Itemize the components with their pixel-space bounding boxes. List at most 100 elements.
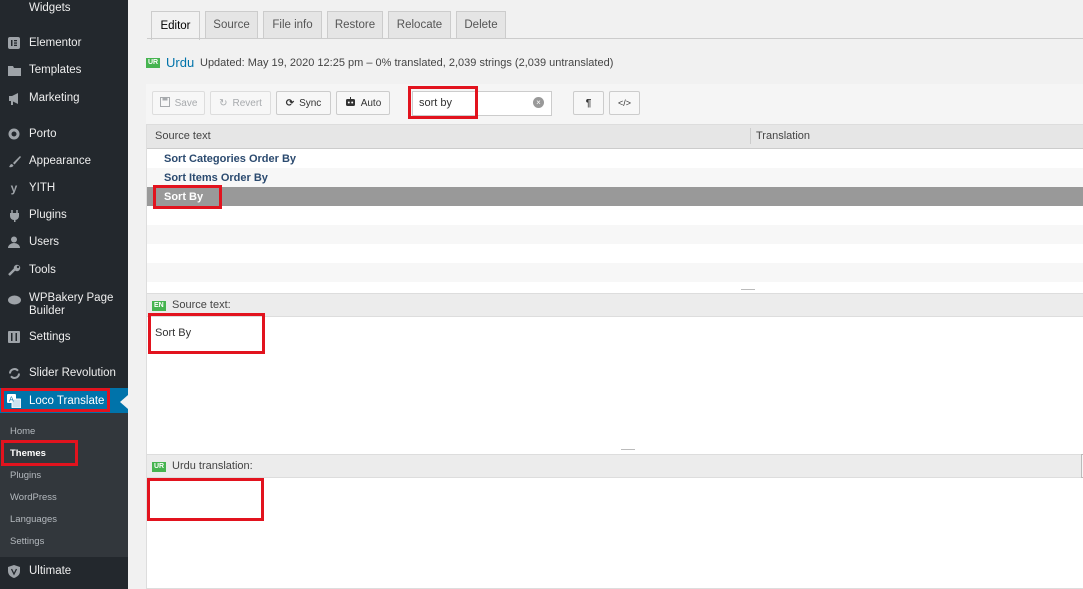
folder-icon bbox=[7, 63, 21, 77]
submenu-plugins[interactable]: Plugins bbox=[10, 470, 41, 481]
submenu-settings[interactable]: Settings bbox=[10, 536, 44, 547]
column-divider[interactable] bbox=[750, 128, 751, 144]
clear-search-icon[interactable]: × bbox=[533, 97, 544, 108]
table-row-empty bbox=[147, 263, 1083, 282]
menu-tools[interactable]: Tools bbox=[0, 257, 128, 283]
sync-label: Sync bbox=[299, 97, 322, 109]
menu-label: Appearance bbox=[29, 154, 92, 167]
table-row-empty bbox=[147, 225, 1083, 244]
language-title[interactable]: Urdu bbox=[166, 55, 194, 70]
submenu-languages[interactable]: Languages bbox=[10, 514, 57, 525]
menu-users[interactable]: Users bbox=[0, 229, 128, 255]
language-badge: UR bbox=[146, 58, 161, 68]
admin-sidebar: Widgets Elementor Templates Marketing Po… bbox=[0, 0, 128, 589]
brush-icon bbox=[7, 154, 21, 168]
menu-porto[interactable]: Porto bbox=[0, 121, 128, 147]
col-source-text[interactable]: Source text bbox=[155, 130, 211, 142]
table-row[interactable]: Sort Items Order By bbox=[147, 168, 1083, 187]
menu-label: Tools bbox=[29, 263, 56, 276]
row-source: Sort Categories Order By bbox=[164, 153, 297, 165]
menu-label: Templates bbox=[29, 63, 82, 76]
translation-textarea[interactable] bbox=[155, 488, 1055, 578]
menu-widgets[interactable]: Widgets bbox=[0, 0, 128, 21]
table-row-selected[interactable]: Sort By bbox=[147, 187, 1083, 206]
menu-plugins[interactable]: Plugins bbox=[0, 202, 128, 228]
plug-icon bbox=[7, 208, 21, 222]
highlight-themes bbox=[1, 440, 78, 466]
submenu-wordpress[interactable]: WordPress bbox=[10, 492, 57, 503]
megaphone-icon bbox=[7, 91, 21, 105]
refresh-icon bbox=[7, 366, 21, 380]
revert-icon: ↻ bbox=[219, 97, 228, 109]
menu-label: Porto bbox=[29, 127, 57, 140]
resize-grip[interactable] bbox=[741, 289, 755, 290]
highlight-search bbox=[408, 86, 478, 119]
menu-yith[interactable]: y YITH bbox=[0, 175, 128, 201]
loco-submenu: Home Themes Plugins WordPress Languages … bbox=[0, 413, 128, 557]
menu-wpbakery[interactable]: WPBakery Page Builder bbox=[0, 290, 128, 320]
toggle-code-button[interactable]: </> bbox=[609, 91, 640, 115]
table-row-empty bbox=[147, 206, 1083, 225]
highlight-loco-translate bbox=[1, 388, 110, 412]
tab-editor[interactable]: Editor bbox=[151, 11, 200, 40]
elementor-icon bbox=[7, 36, 21, 50]
settings-icon bbox=[7, 330, 21, 344]
sync-button[interactable]: ⟳ Sync bbox=[276, 91, 331, 115]
porto-icon bbox=[7, 127, 21, 141]
tab-delete[interactable]: Delete bbox=[456, 11, 506, 38]
auto-translate-button[interactable]: Auto bbox=[336, 91, 390, 115]
shield-icon bbox=[7, 564, 21, 578]
revert-label: Revert bbox=[232, 97, 262, 109]
table-header: Source text Translation bbox=[147, 125, 1083, 149]
widgets-icon bbox=[7, 1, 21, 15]
wrench-icon bbox=[7, 263, 21, 277]
source-panel-header: EN Source text: bbox=[147, 293, 1083, 317]
table-row-empty bbox=[147, 244, 1083, 263]
menu-settings[interactable]: Settings bbox=[0, 324, 128, 350]
table-row[interactable]: Sort Categories Order By bbox=[147, 149, 1083, 168]
translation-meta: Updated: May 19, 2020 12:25 pm – 0% tran… bbox=[200, 57, 614, 69]
tab-restore[interactable]: Restore bbox=[327, 11, 383, 38]
menu-slider-revolution[interactable]: Slider Revolution bbox=[0, 360, 128, 386]
tab-source[interactable]: Source bbox=[205, 11, 258, 38]
menu-label: Widgets bbox=[29, 1, 71, 14]
highlight-translation-field bbox=[147, 478, 264, 521]
menu-appearance[interactable]: Appearance bbox=[0, 148, 128, 174]
menu-label: Plugins bbox=[29, 208, 67, 221]
menu-templates[interactable]: Templates bbox=[0, 57, 128, 83]
menu-ultimate[interactable]: Ultimate bbox=[0, 558, 128, 584]
highlight-sort-by-row bbox=[153, 185, 222, 209]
translation-language-badge: UR bbox=[152, 462, 167, 472]
submenu-home[interactable]: Home bbox=[10, 426, 35, 437]
save-icon bbox=[159, 96, 170, 110]
row-source: Sort Items Order By bbox=[164, 172, 268, 184]
menu-label: Marketing bbox=[29, 91, 80, 104]
col-translation[interactable]: Translation bbox=[756, 130, 810, 142]
menu-label: YITH bbox=[29, 181, 56, 194]
user-icon bbox=[7, 235, 21, 249]
menu-label: Ultimate bbox=[29, 564, 72, 577]
translation-panel-header: UR Urdu translation: bbox=[147, 454, 1083, 478]
tab-file-info[interactable]: File info bbox=[263, 11, 322, 38]
revert-button[interactable]: ↻ Revert bbox=[210, 91, 271, 115]
menu-elementor[interactable]: Elementor bbox=[0, 30, 128, 56]
yith-icon: y bbox=[10, 181, 18, 195]
highlight-source-text bbox=[148, 313, 265, 354]
toggle-invisibles-button[interactable]: ¶ bbox=[573, 91, 604, 115]
tab-relocate[interactable]: Relocate bbox=[388, 11, 451, 38]
robot-icon bbox=[345, 96, 356, 110]
tabs-divider bbox=[147, 38, 1083, 39]
menu-label: Slider Revolution bbox=[29, 366, 116, 379]
save-button[interactable]: Save bbox=[152, 91, 205, 115]
sync-icon: ⟳ bbox=[285, 97, 295, 109]
menu-label: Elementor bbox=[29, 36, 82, 49]
source-language-badge: EN bbox=[152, 301, 166, 311]
wpbakery-icon bbox=[7, 292, 21, 306]
source-panel-label: Source text: bbox=[172, 299, 231, 311]
translation-panel-label: Urdu translation: bbox=[172, 460, 253, 472]
save-label: Save bbox=[174, 97, 198, 109]
menu-label: Settings bbox=[29, 330, 71, 343]
resize-grip[interactable] bbox=[621, 449, 635, 450]
menu-marketing[interactable]: Marketing bbox=[0, 85, 128, 111]
menu-label: Users bbox=[29, 235, 60, 248]
